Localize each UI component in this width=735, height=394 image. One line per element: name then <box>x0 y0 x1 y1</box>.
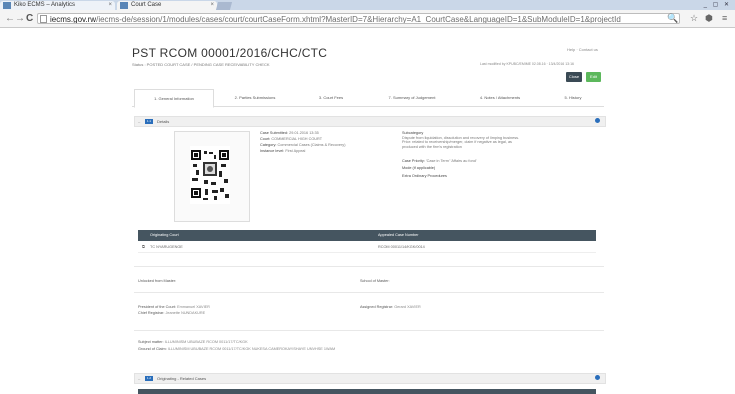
extension-icon[interactable]: ⬢ <box>705 13 713 24</box>
url-path: /iecms-de/session/1/modules/cases/court/… <box>96 15 621 24</box>
originating-section-header[interactable]: – 1.2 Originating - Related Cases <box>134 373 606 384</box>
tab-summary-of-judgement[interactable]: 7. Summary of Judgement <box>368 89 456 106</box>
details-section-header[interactable]: – 1.1 Details <box>134 116 606 127</box>
section-title: Originating - Related Cases <box>157 376 207 381</box>
open-link-icon[interactable]: ⧉ <box>142 242 145 252</box>
browser-tab-analytics[interactable]: Kiko ECMS – Analytics × <box>0 1 115 10</box>
window-controls[interactable]: _ ▢ ✕ <box>704 1 731 8</box>
related-cases-table-header <box>138 389 596 394</box>
close-tab-icon[interactable]: × <box>108 1 112 10</box>
table-cell: TC NYARUGENGE <box>150 245 183 249</box>
info-icon[interactable] <box>595 118 600 123</box>
help-links[interactable]: Help · Contact us <box>567 47 598 52</box>
divider <box>134 330 604 331</box>
president-row: President of the Court: Emmanuel XAVIER <box>138 305 210 309</box>
subcategory-value: Dispute from liquidation, dissolution an… <box>402 136 520 149</box>
tab-favicon-icon <box>120 2 128 9</box>
address-bar[interactable]: iecms.gov.rw/iecms-de/session/1/modules/… <box>37 13 680 24</box>
column-header: Appealed Case Number <box>378 233 419 237</box>
section-title: Details <box>157 119 170 124</box>
chief-registrar-row: Chief Registrar: Jeanette NUNDAKURE <box>138 311 206 315</box>
page-icon <box>40 15 47 23</box>
mode-label: Mode (if applicable) <box>402 166 436 170</box>
page-title: PST RCOM 00001/2016/CHC/CTC <box>132 46 328 60</box>
tab-label: Court Case <box>131 2 162 8</box>
case-status: Status : POSTED COURT CASE / PENDING CAS… <box>132 62 270 67</box>
reload-icon[interactable]: C <box>26 13 33 24</box>
tab-notes-attachments[interactable]: 4. Notes / Attachments <box>460 89 540 106</box>
forward-arrow-icon[interactable]: → <box>15 13 25 24</box>
table-cell: RCOM 00011/14/KGK/0014 <box>378 245 425 249</box>
section-number-badge: 1.1 <box>145 119 153 124</box>
tab-history[interactable]: 5. History <box>544 89 602 106</box>
url-host: iecms.gov.rw <box>50 15 97 24</box>
edit-button[interactable]: Edit <box>586 72 601 82</box>
extra-ordinary-label: Extra Ordinary Procedures <box>402 174 447 178</box>
assigned-registrar-row: Assigned Registrar: Gerard XAVIER <box>360 305 421 309</box>
divider <box>134 266 604 267</box>
tab-parties-submissions[interactable]: 2. Parties Submissions <box>216 89 294 106</box>
tab-general-information[interactable]: 1. General Information <box>134 89 214 108</box>
case-tabs: 1. General Information 2. Parties Submis… <box>132 89 604 108</box>
star-icon[interactable]: ☆ <box>690 13 698 24</box>
case-priority-row: Case Priority: 'Case in Term' 'Affairs a… <box>402 159 477 163</box>
close-tab-icon[interactable]: × <box>210 1 214 10</box>
back-arrow-icon[interactable]: ← <box>5 13 15 24</box>
tab-favicon-icon <box>3 2 11 9</box>
column-header: Originating Court <box>150 233 179 237</box>
section-number-badge: 1.2 <box>145 376 153 381</box>
subject-matter-row: Subject matter: ILLUMINISM UBUBAZE RCOM … <box>138 340 248 344</box>
collapse-icon[interactable]: – <box>138 118 140 125</box>
tab-label: Kiko ECMS – Analytics <box>14 2 76 8</box>
ground-of-claim-row: Ground of Claim: ILLUMINISM UBUBAZE RCOM… <box>138 347 336 351</box>
school-of-master: School of Master: <box>360 279 390 283</box>
qr-code-icon <box>190 146 230 204</box>
divider <box>134 292 604 293</box>
info-icon[interactable] <box>595 375 600 380</box>
browser-tab-court-case[interactable]: Court Case × <box>117 1 217 10</box>
close-button[interactable]: Close <box>566 72 582 82</box>
menu-icon[interactable]: ≡ <box>722 13 727 23</box>
search-icon[interactable]: 🔍 <box>667 13 678 24</box>
instance-level-row: Instance level: First Appeal <box>260 149 306 153</box>
last-modified-info: Last modified by KPUBC/EMIME 02.08.16 · … <box>480 62 574 66</box>
tab-court-fees[interactable]: 3. Court Fees <box>298 89 364 106</box>
origin-table-header: Originating Court Appealed Case Number <box>138 230 596 241</box>
table-row[interactable]: ⧉ TC NYARUGENGE RCOM 00011/14/KGK/0014 <box>138 242 596 253</box>
new-tab-button[interactable] <box>215 2 233 10</box>
collapse-icon[interactable]: – <box>138 375 140 382</box>
unlocked-from-master: Unlocked from Master: <box>138 279 177 283</box>
